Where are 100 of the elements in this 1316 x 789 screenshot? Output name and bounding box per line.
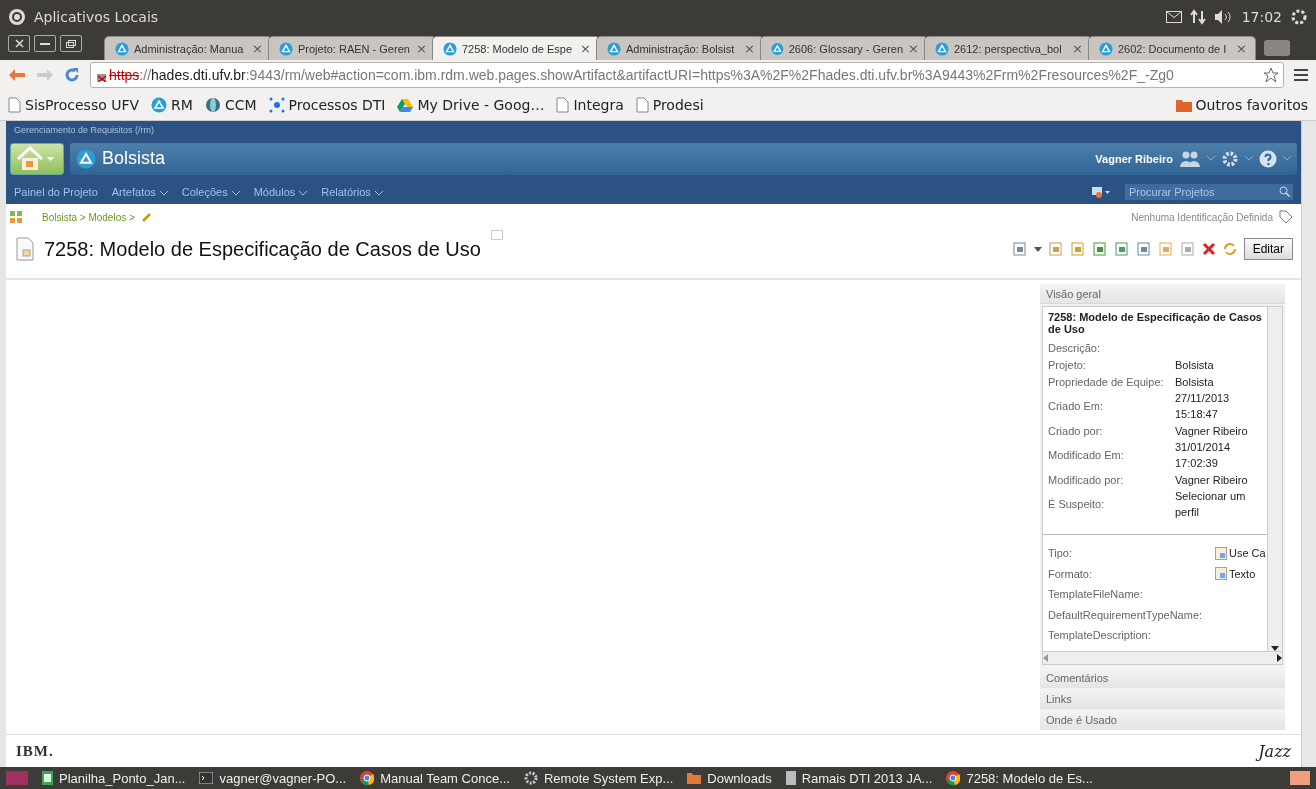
jazz-icon	[771, 41, 784, 56]
taskbar-item[interactable]: Manual Team Conce...	[360, 770, 510, 786]
reload-icon[interactable]	[64, 67, 80, 83]
breadcrumb[interactable]: Bolsista > Modelos >	[42, 211, 135, 223]
bookmark[interactable]: Prodesi	[635, 97, 704, 113]
delete-icon[interactable]	[1201, 242, 1216, 256]
ubuntu-logo-icon[interactable]	[8, 7, 26, 26]
field-label: Criado Em:	[1048, 400, 1105, 412]
bookmark[interactable]: RM	[151, 97, 193, 113]
people-icon[interactable]	[1179, 149, 1201, 168]
bookmark[interactable]: Integra	[556, 97, 624, 113]
search-field[interactable]: Procurar Projetos	[1125, 183, 1275, 200]
tags-label: Nenhuma Identificação Definida	[1131, 211, 1273, 223]
caret-icon[interactable]	[1033, 246, 1042, 252]
jazz-icon	[1099, 41, 1113, 56]
grid-icon[interactable]	[10, 211, 22, 223]
edit-button[interactable]: Editar	[1243, 238, 1293, 260]
browser-tab[interactable]: 2602: Documento de I ×	[1088, 36, 1256, 60]
mail-icon[interactable]	[1165, 10, 1182, 23]
tab-close-button[interactable]: ×	[416, 41, 427, 56]
tab-close-button[interactable]: ×	[580, 41, 591, 56]
field-label: Modificado por:	[1048, 473, 1125, 486]
chevron-icon[interactable]	[1207, 156, 1215, 161]
document-icon	[16, 237, 34, 261]
chrome-icon	[946, 771, 961, 785]
bookmark[interactable]: My Drive - Goog…	[397, 97, 545, 113]
page-scrollbar[interactable]	[1301, 121, 1316, 767]
attribute-value: Use Ca	[1215, 545, 1267, 562]
field-value: Selecionar um perfil	[1175, 489, 1247, 520]
tab-close-button[interactable]: ×	[1072, 41, 1083, 56]
network-icon	[268, 97, 285, 113]
taskbar-item[interactable]: Remote System Exp...	[524, 770, 674, 786]
tab-title: Administração: Bolsist	[626, 42, 736, 55]
tab-close-button[interactable]: ×	[908, 41, 919, 56]
chevron-icon[interactable]	[1283, 156, 1291, 161]
horizontal-scrollbar[interactable]	[1043, 651, 1282, 664]
clock[interactable]: 17:02	[1241, 8, 1282, 25]
left-arrow-icon	[1043, 654, 1048, 662]
field-label: É Suspeito:	[1048, 498, 1106, 510]
jazz-icon	[151, 97, 168, 113]
taskbar-item[interactable]: Downloads	[687, 770, 772, 786]
tab-title: Administração: Manua	[134, 42, 245, 55]
back-arrow-icon[interactable]	[8, 68, 26, 82]
close-icon	[14, 39, 24, 48]
jazz-icon	[279, 41, 293, 56]
address-bar[interactable]: https://hades.dti.ufv.br:9443/rm/web#action=com.ibm.rdm.web.pages.showArtifact&artifactURI=https%3A%2F%2Fhades.dti.ufv.br%3A9443%2Frm%2Fresources%2F_-Zg0	[90, 62, 1284, 88]
taskbar-item[interactable]: Ramais DTI 2013 JA...	[785, 770, 933, 786]
taskbar-item[interactable]: Planilha_Ponto_Jan...	[42, 770, 186, 786]
close-window-button[interactable]	[8, 35, 30, 52]
bookmark-folder[interactable]: Outros favoritos	[1175, 97, 1308, 113]
chevron-icon[interactable]	[1245, 156, 1253, 161]
page-icon	[635, 97, 649, 113]
tab-close-button[interactable]: ×	[744, 41, 755, 56]
minimize-button[interactable]	[34, 35, 56, 52]
user-name[interactable]: Vagner Ribeiro	[1095, 152, 1173, 165]
nav-menu-item[interactable]: Artefatos	[111, 185, 168, 198]
tab-close-button[interactable]: ×	[1236, 41, 1247, 56]
volume-icon[interactable]	[1213, 8, 1234, 25]
minimize-icon	[40, 42, 50, 45]
help-icon[interactable]	[1259, 149, 1277, 168]
bookmark[interactable]: CCM	[204, 97, 257, 113]
restore-button[interactable]	[60, 35, 82, 52]
app-menu-title: Aplicativos Locais	[34, 8, 159, 25]
nav-menu-item[interactable]: Painel do Projeto	[14, 185, 98, 198]
sync-icon[interactable]	[1221, 241, 1238, 257]
drive-icon	[397, 98, 414, 112]
nav-menu-item[interactable]: Coleções	[181, 185, 240, 198]
page-icon	[556, 97, 570, 113]
right-arrow-icon	[1277, 654, 1282, 662]
field-label: Descrição:	[1048, 341, 1101, 354]
project-switcher-icon[interactable]	[1091, 184, 1111, 199]
network-arrows-icon[interactable]	[1189, 8, 1206, 25]
nav-menu-item[interactable]: Relatórios	[321, 185, 383, 198]
tab-title: 2612: perspectiva_bol	[954, 42, 1063, 55]
star-icon[interactable]	[1263, 67, 1279, 83]
chevron-icon	[231, 190, 240, 196]
vertical-scrollbar[interactable]	[1267, 307, 1282, 651]
taskbar-item[interactable]: vagner@vagner-PO...	[199, 770, 347, 786]
tag-icon[interactable]	[1279, 210, 1293, 224]
bookmark[interactable]: SisProcesso UFV	[8, 97, 140, 113]
taskbar-item[interactable]: 7258: Modelo de Es...	[946, 770, 1093, 786]
tab-title: Projeto: RAEN - Geren	[298, 42, 411, 55]
home-button[interactable]	[10, 142, 64, 175]
restore-icon	[66, 39, 76, 48]
field-value: Bolsista	[1175, 357, 1215, 373]
field-value: 27/11/2013 15:18:47	[1175, 391, 1231, 422]
tab-close-button[interactable]: ×	[252, 41, 263, 56]
jazz-icon	[443, 41, 457, 56]
doc-type-icon	[1215, 546, 1227, 560]
field-value: Vagner Ribeiro	[1175, 472, 1249, 488]
bookmark[interactable]: Processos DTI	[268, 97, 386, 113]
menu-icon[interactable]	[1294, 69, 1308, 81]
house-icon	[15, 145, 45, 172]
down-arrow-icon	[1271, 646, 1279, 651]
tab-title: 2602: Documento de I	[1118, 42, 1228, 55]
chevron-icon	[159, 190, 168, 196]
search-button[interactable]	[1275, 183, 1293, 200]
ibm-logo: IBM.	[16, 742, 54, 760]
jazz-icon	[607, 41, 621, 56]
nav-menu-item[interactable]: Módulos	[253, 185, 308, 198]
